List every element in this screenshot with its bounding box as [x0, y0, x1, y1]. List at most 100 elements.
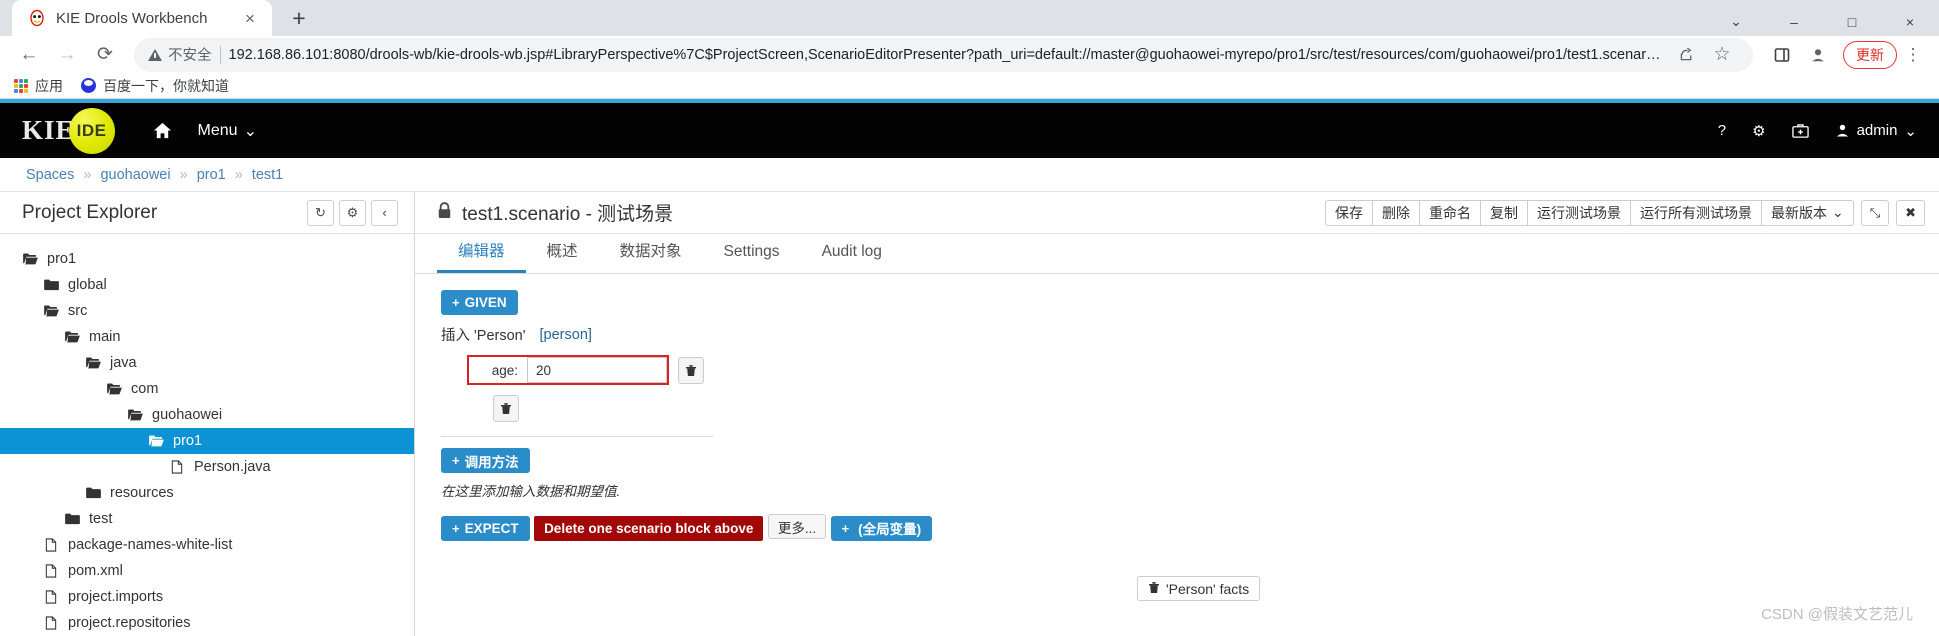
- rename-button[interactable]: 重命名: [1419, 199, 1481, 226]
- update-button[interactable]: 更新: [1843, 40, 1897, 69]
- menu-label: Menu: [197, 121, 238, 139]
- share-icon[interactable]: [1669, 38, 1703, 72]
- forward-button[interactable]: →: [50, 38, 84, 72]
- tree-item-project-repositories[interactable]: project.repositories: [0, 610, 414, 636]
- file-icon: [43, 590, 59, 604]
- tab-close-icon[interactable]: ×: [240, 8, 260, 28]
- tab-settings[interactable]: Settings: [703, 243, 801, 273]
- tree-item-package-names-white-list[interactable]: package-names-white-list: [0, 532, 414, 558]
- add-expect-button[interactable]: + EXPECT: [441, 515, 530, 541]
- tree-item-project-imports[interactable]: project.imports: [0, 584, 414, 610]
- add-global-variable-button[interactable]: + (全局变量): [830, 515, 933, 541]
- tab-audit-log[interactable]: Audit log: [801, 243, 903, 273]
- tab-cjk-2[interactable]: 数据对象: [599, 239, 703, 273]
- tree-item-person-java[interactable]: Person.java: [0, 454, 414, 480]
- reload-button[interactable]: ⟳: [88, 38, 122, 72]
- version-dropdown[interactable]: 最新版本 ⌄: [1761, 199, 1854, 226]
- url-text: 192.168.86.101:8080/drools-wb/kie-drools…: [228, 46, 1662, 63]
- chevron-down-icon: ⌄: [1831, 204, 1844, 220]
- person-facts-button[interactable]: 'Person' facts: [1137, 576, 1261, 601]
- menu-dropdown[interactable]: Menu ⌄: [198, 121, 257, 141]
- tree-item-src[interactable]: src: [0, 298, 414, 324]
- editor-header: test1.scenario - 测试场景 保存 删除 重命名 复制 运行测试场…: [415, 192, 1939, 234]
- section-divider: [441, 436, 713, 437]
- editor-title-group: test1.scenario - 测试场景: [437, 199, 1325, 226]
- collapse-panel-icon[interactable]: ‹: [371, 199, 398, 226]
- copy-button[interactable]: 复制: [1480, 199, 1528, 226]
- maximize-editor-icon[interactable]: ⤡: [1860, 199, 1890, 226]
- back-button[interactable]: ←: [12, 38, 46, 72]
- age-field-input[interactable]: 20: [527, 357, 667, 383]
- refresh-icon[interactable]: ↻: [307, 199, 334, 226]
- new-tab-button[interactable]: +: [282, 1, 316, 35]
- help-icon[interactable]: ?: [1718, 122, 1726, 139]
- tree-item-java[interactable]: java: [0, 350, 414, 376]
- tree-item-resources[interactable]: resources: [0, 480, 414, 506]
- tree-item-global[interactable]: global: [0, 272, 414, 298]
- folder-closed-icon: [64, 513, 80, 525]
- tree-item-pro1[interactable]: pro1: [0, 428, 414, 454]
- window-maximize-button[interactable]: □: [1823, 0, 1881, 43]
- breadcrumb-separator: »: [234, 166, 243, 183]
- bookmark-apps[interactable]: 应用: [14, 76, 63, 96]
- tree-item-guohaowei[interactable]: guohaowei: [0, 402, 414, 428]
- tab-cjk-0[interactable]: 编辑器: [437, 239, 526, 273]
- tab-cjk-1[interactable]: 概述: [526, 239, 599, 273]
- file-icon: [43, 538, 59, 552]
- folder-open-icon: [64, 331, 80, 343]
- window-close-button[interactable]: ×: [1881, 0, 1939, 43]
- tree-item-label: java: [110, 355, 137, 371]
- run-all-scenarios-button[interactable]: 运行所有测试场景: [1630, 199, 1762, 226]
- close-editor-icon[interactable]: ✖: [1896, 199, 1925, 226]
- plus-icon: +: [452, 520, 460, 536]
- browser-tab-strip: KIE Drools Workbench × + ⌄ – □ ×: [0, 0, 1939, 36]
- tree-item-label: com: [131, 381, 159, 397]
- gear-icon[interactable]: ⚙: [1752, 122, 1765, 140]
- tree-item-main[interactable]: main: [0, 324, 414, 350]
- delete-button[interactable]: 删除: [1372, 199, 1420, 226]
- tree-item-com[interactable]: com: [0, 376, 414, 402]
- save-button[interactable]: 保存: [1324, 199, 1373, 226]
- tree-item-pom-xml[interactable]: pom.xml: [0, 558, 414, 584]
- warning-triangle-icon: [148, 48, 162, 61]
- bookmarks-bar: 应用 百度一下，你就知道: [0, 73, 1939, 99]
- browser-tab[interactable]: KIE Drools Workbench ×: [12, 0, 272, 36]
- browser-window: KIE Drools Workbench × + ⌄ – □ × ← → ⟳ 不…: [0, 0, 1939, 636]
- workbench-body: Project Explorer ↻ ⚙ ‹ pro1 global src main…: [0, 192, 1939, 636]
- version-label: 最新版本: [1770, 204, 1827, 221]
- more-button[interactable]: 更多...: [767, 514, 827, 539]
- gear-icon[interactable]: ⚙: [339, 199, 366, 226]
- folder-open-icon: [22, 253, 38, 265]
- tree-item-pro1[interactable]: pro1: [0, 246, 414, 272]
- browser-profile-caret-icon[interactable]: ⌄: [1707, 0, 1765, 43]
- delete-scenario-block-button[interactable]: Delete one scenario block above: [534, 515, 764, 541]
- bookmark-baidu[interactable]: 百度一下，你就知道: [81, 76, 229, 96]
- security-status[interactable]: 不安全: [148, 44, 212, 65]
- tree-item-test[interactable]: test: [0, 506, 414, 532]
- call-method-button[interactable]: + 调用方法: [441, 448, 530, 473]
- window-minimize-button[interactable]: –: [1765, 0, 1823, 43]
- project-explorer-panel: Project Explorer ↻ ⚙ ‹ pro1 global src main…: [0, 192, 415, 636]
- age-field-label: age:: [469, 357, 527, 383]
- breadcrumb-item-pro1[interactable]: pro1: [197, 167, 226, 183]
- delete-field-icon[interactable]: [678, 356, 704, 384]
- add-expect-label: EXPECT: [464, 520, 519, 536]
- breadcrumb-item-spaces[interactable]: Spaces: [26, 167, 74, 183]
- breadcrumb-separator: »: [179, 166, 188, 183]
- folder-open-icon: [148, 435, 164, 447]
- fact-binding[interactable]: [person]: [540, 327, 592, 343]
- kie-logo[interactable]: KIE IDE: [22, 107, 115, 154]
- home-icon[interactable]: [153, 121, 172, 140]
- run-scenario-button[interactable]: 运行测试场景: [1527, 199, 1631, 226]
- add-given-button[interactable]: + GIVEN: [441, 290, 518, 315]
- breadcrumb-item-test1[interactable]: test1: [252, 167, 283, 183]
- file-icon: [43, 564, 59, 578]
- delete-fact-icon[interactable]: [493, 395, 519, 422]
- breadcrumb-item-guohaowei[interactable]: guohaowei: [100, 167, 170, 183]
- editor-tabs: 编辑器 概述 数据对象 Settings Audit log: [415, 234, 1939, 274]
- user-menu[interactable]: admin ⌄: [1835, 122, 1917, 140]
- editor-hint-text: 在这里添加输入数据和期望值.: [441, 484, 621, 499]
- kit-icon[interactable]: [1791, 123, 1809, 139]
- address-bar[interactable]: 不安全 192.168.86.101:8080/drools-wb/kie-dr…: [134, 37, 1753, 72]
- tree-item-label: global: [68, 277, 107, 293]
